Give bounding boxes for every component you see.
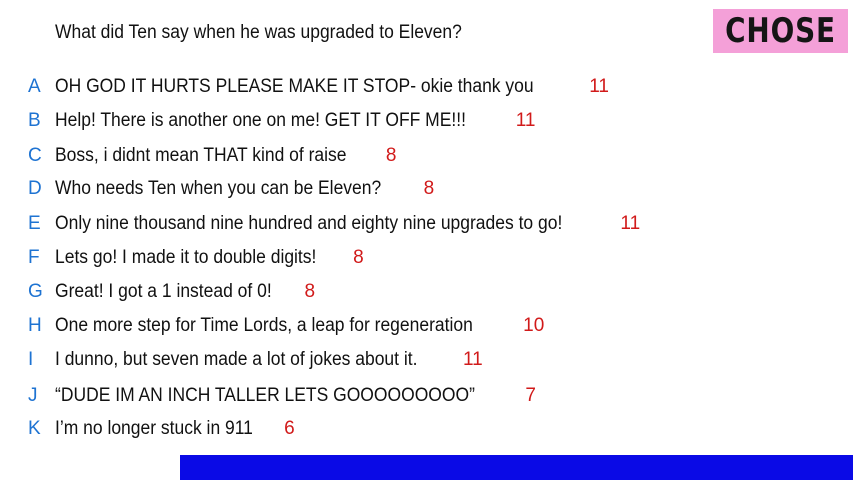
option-text: Only nine thousand nine hundred and eigh…	[55, 213, 563, 234]
option-letter: I	[28, 349, 34, 370]
option-text: One more step for Time Lords, a leap for…	[55, 315, 473, 336]
option-text: Great! I got a 1 instead of 0!	[55, 281, 272, 302]
bottom-bar	[180, 455, 853, 480]
option-count: 8	[385, 145, 397, 166]
option-c: C Boss, i didnt mean THAT kind of raise …	[28, 143, 396, 169]
option-letter: K	[28, 418, 41, 439]
option-count: 8	[423, 178, 435, 199]
option-count: 11	[515, 110, 536, 131]
option-text: Boss, i didnt mean THAT kind of raise	[55, 145, 347, 166]
option-letter: F	[28, 247, 40, 268]
option-letter: A	[28, 76, 41, 97]
option-i: I I dunno, but seven made a lot of jokes…	[28, 347, 483, 373]
option-a: A OH GOD IT HURTS PLEASE MAKE IT STOP- o…	[28, 74, 609, 100]
option-count: 6	[284, 418, 295, 439]
option-count: 8	[304, 281, 316, 302]
option-count: 11	[589, 76, 609, 97]
option-k: K I’m no longer stuck in 911 6	[28, 416, 295, 442]
option-text: Lets go! I made it to double digits!	[55, 247, 317, 268]
option-text: I’m no longer stuck in 911	[55, 418, 253, 439]
option-j: J “DUDE IM AN INCH TALLER LETS GOOOOOOOO…	[28, 383, 536, 409]
option-letter: G	[28, 281, 43, 302]
option-g: G Great! I got a 1 instead of 0! 8	[28, 279, 315, 305]
chose-label: CHOSE	[725, 11, 836, 51]
option-h: H One more step for Time Lords, a leap f…	[28, 313, 544, 339]
option-count: 11	[462, 349, 483, 370]
option-text: OH GOD IT HURTS PLEASE MAKE IT STOP- oki…	[55, 76, 534, 97]
option-count: 10	[523, 315, 545, 336]
option-count: 11	[620, 213, 641, 234]
option-letter: E	[28, 213, 41, 234]
option-f: F Lets go! I made it to double digits! 8	[28, 245, 364, 271]
option-text: Help! There is another one on me! GET IT…	[55, 110, 466, 131]
option-letter: D	[28, 178, 42, 199]
option-text: “DUDE IM AN INCH TALLER LETS GOOOOOOOOO”	[55, 385, 475, 406]
option-letter: C	[28, 145, 42, 166]
option-count: 8	[353, 247, 364, 268]
question-text: What did Ten say when he was upgraded to…	[55, 22, 462, 43]
option-letter: B	[28, 110, 41, 131]
option-e: E Only nine thousand nine hundred and ei…	[28, 211, 640, 237]
option-d: D Who needs Ten when you can be Eleven? …	[28, 176, 434, 202]
option-letter: H	[28, 315, 42, 336]
option-text: I dunno, but seven made a lot of jokes a…	[55, 349, 418, 370]
option-b: B Help! There is another one on me! GET …	[28, 108, 535, 134]
option-text: Who needs Ten when you can be Eleven?	[55, 178, 382, 199]
option-count: 7	[525, 385, 536, 406]
chose-badge: CHOSE	[713, 9, 848, 53]
option-letter: J	[28, 385, 38, 406]
